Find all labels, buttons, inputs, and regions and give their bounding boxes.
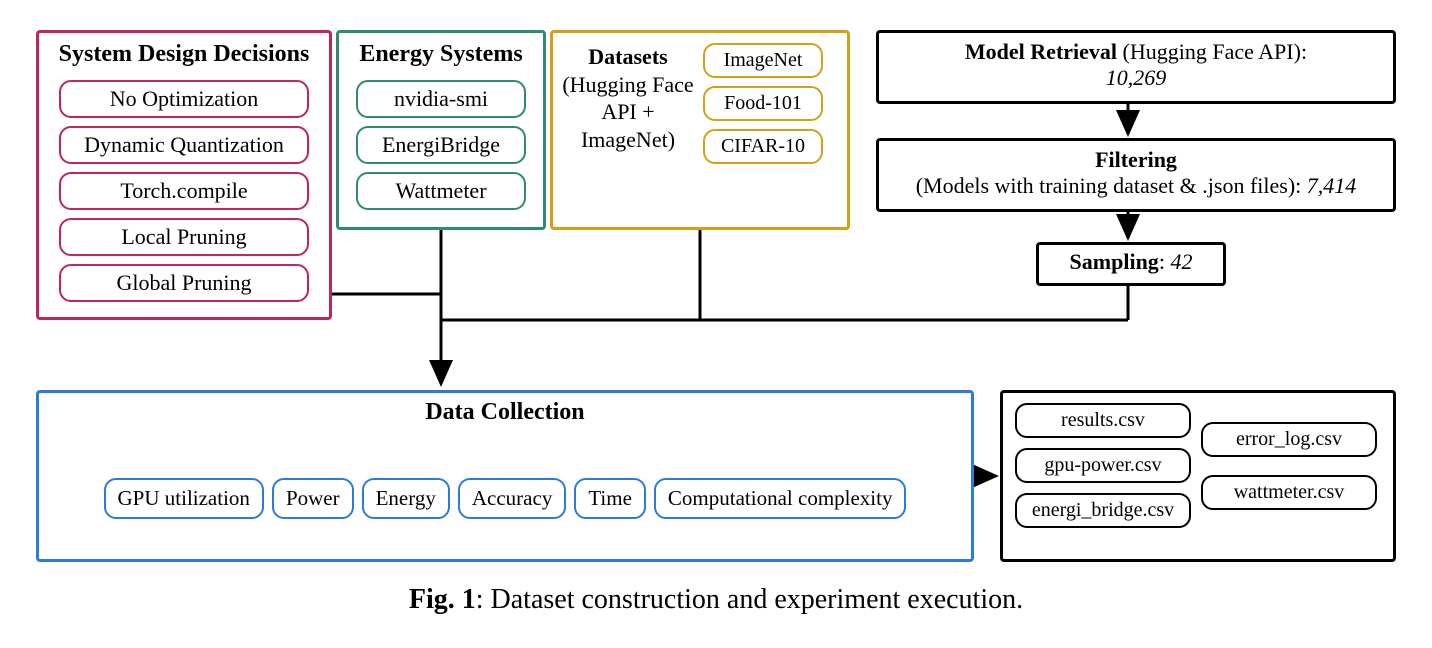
datasets-subtitle: (Hugging Face API + ImageNet): [562, 72, 693, 152]
sampling-label: Sampling: [1070, 249, 1159, 274]
dc-metric: Time: [574, 478, 646, 519]
retrieval-label: Model Retrieval: [965, 39, 1117, 64]
filtering-box: Filtering (Models with training dataset …: [876, 138, 1396, 212]
dataset-item: ImageNet: [703, 43, 823, 78]
filtering-label: Filtering: [1095, 147, 1177, 172]
system-design-decisions-box: System Design Decisions No Optimization …: [36, 30, 332, 320]
caption-text: : Dataset construction and experiment ex…: [476, 584, 1023, 615]
system-design-title: System Design Decisions: [59, 41, 310, 68]
dataset-item: Food-101: [703, 86, 823, 121]
datasets-title-block: Datasets (Hugging Face API + ImageNet): [553, 33, 703, 227]
model-retrieval-box: Model Retrieval (Hugging Face API): 10,2…: [876, 30, 1396, 104]
sdd-item: Dynamic Quantization: [59, 126, 309, 164]
dc-metric: GPU utilization: [104, 478, 264, 519]
data-collection-title: Data Collection: [39, 399, 971, 426]
dc-metric: Accuracy: [458, 478, 566, 519]
filtering-value: 7,414: [1307, 173, 1357, 198]
datasets-title: Datasets: [588, 44, 667, 69]
filtering-detail: (Models with training dataset & .json fi…: [916, 173, 1307, 198]
dataset-item: CIFAR-10: [703, 129, 823, 164]
energy-systems-box: Energy Systems nvidia-smi EnergiBridge W…: [336, 30, 546, 230]
sdd-item: Local Pruning: [59, 218, 309, 256]
energy-item: Wattmeter: [356, 172, 526, 210]
sampling-value: 42: [1170, 249, 1192, 274]
sdd-item: Global Pruning: [59, 264, 309, 302]
dc-metric: Energy: [362, 478, 450, 519]
output-file: error_log.csv: [1201, 422, 1377, 457]
energy-item: nvidia-smi: [356, 80, 526, 118]
retrieval-value: 10,269: [1106, 65, 1167, 90]
data-collection-box: Data Collection GPU utilization Power En…: [36, 390, 974, 562]
sdd-item: No Optimization: [59, 80, 309, 118]
output-file: gpu-power.csv: [1015, 448, 1191, 483]
figure-caption: Fig. 1: Dataset construction and experim…: [0, 584, 1432, 616]
datasets-box: Datasets (Hugging Face API + ImageNet) I…: [550, 30, 850, 230]
output-file: wattmeter.csv: [1201, 475, 1377, 510]
output-file: results.csv: [1015, 403, 1191, 438]
caption-label: Fig. 1: [409, 584, 476, 615]
energy-item: EnergiBridge: [356, 126, 526, 164]
output-files-box: results.csv gpu-power.csv energi_bridge.…: [1000, 390, 1396, 562]
dc-metric: Computational complexity: [654, 478, 907, 519]
output-file: energi_bridge.csv: [1015, 493, 1191, 528]
sampling-box: Sampling: 42: [1036, 242, 1226, 286]
sdd-item: Torch.compile: [59, 172, 309, 210]
retrieval-label-rest: (Hugging Face API):: [1117, 39, 1307, 64]
energy-title: Energy Systems: [359, 41, 522, 68]
dc-metric: Power: [272, 478, 354, 519]
